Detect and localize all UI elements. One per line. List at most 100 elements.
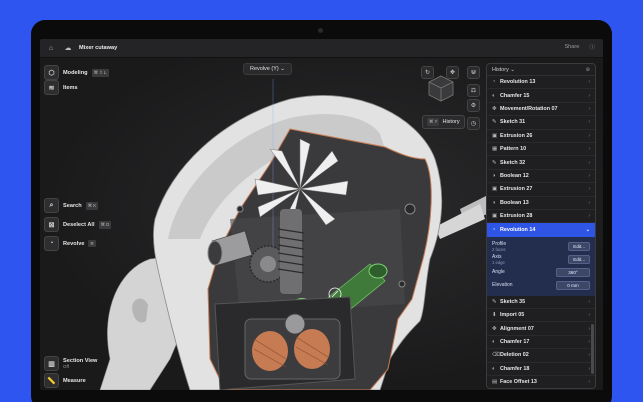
history-item[interactable]: ◐ Chamfer 17 › (487, 336, 595, 350)
chevron-right-icon[interactable]: › (588, 213, 590, 219)
history-item[interactable]: ⌫ Deletion 02 › (487, 349, 595, 363)
chevron-right-icon[interactable]: › (588, 339, 590, 345)
history-item-label: Boolean 13 (500, 199, 529, 206)
history-item[interactable]: ✥ Alignment 07 › (487, 322, 595, 336)
deselect-all-tool[interactable]: ⊠ Deselect All ⌘ D (44, 217, 112, 232)
profile-row: Profile 2 faces Edit... (492, 240, 590, 253)
feature-icon: ◐ (492, 365, 496, 372)
close-icon[interactable]: ⊗ (585, 67, 590, 73)
cloud-icon[interactable]: ☁ (62, 42, 74, 54)
revolve-axis-dropdown[interactable]: Revolve (Y) ⌄ (243, 63, 292, 75)
history-item[interactable]: ⬇ Import 05 › (487, 309, 595, 323)
history-item-label: Sketch 32 (500, 159, 526, 166)
section-view-icon: ▥ (44, 356, 59, 371)
chevron-right-icon[interactable]: › (588, 186, 590, 192)
deselect-label: Deselect All (63, 221, 95, 228)
revolve-label: Revolve (63, 240, 85, 247)
chevron-right-icon[interactable]: › (588, 366, 590, 372)
elevation-field[interactable]: 0 mm (556, 280, 590, 290)
feature-detail: Profile 2 faces Edit... Axis 1 edge Edit..… (487, 236, 595, 296)
chevron-right-icon[interactable]: › (588, 160, 590, 166)
history-item-label: Sketch 35 (500, 298, 526, 305)
chevron-right-icon[interactable]: › (588, 326, 590, 332)
feature-icon: ⬇ (492, 312, 497, 319)
history-item[interactable]: ▣ Extrusion 26 › (487, 130, 595, 143)
history-shortcut: ⌘ Y (427, 118, 440, 126)
chevron-right-icon[interactable]: › (588, 79, 590, 85)
history-item-selected[interactable]: ◔ Revolution 14 ⌄ (487, 223, 595, 237)
history-item-label: Extrusion 27 (500, 186, 533, 193)
items-label: Items (63, 84, 78, 91)
feature-icon: ◔ (492, 79, 496, 86)
chevron-right-icon[interactable]: › (588, 146, 590, 152)
history-item[interactable]: ✎ Sketch 32 › (487, 156, 595, 170)
chevron-right-icon[interactable]: › (588, 200, 590, 206)
history-item[interactable]: ◐ Chamfer 15 › (487, 89, 595, 103)
measure-label: Measure (63, 377, 86, 384)
history-item[interactable]: ✎ Sketch 31 › (487, 116, 595, 130)
history-item[interactable]: ✎ Sketch 35 › (487, 296, 595, 310)
angle-field[interactable]: 360° (556, 267, 590, 277)
feature-icon: ▣ (492, 132, 498, 139)
chevron-right-icon[interactable]: › (588, 379, 590, 385)
history-clock-icon[interactable]: ◷ (467, 117, 480, 130)
elevation-row: Elevation 0 mm (492, 279, 590, 292)
angle-row: Angle 360° (492, 266, 590, 279)
share-button[interactable]: Share (564, 44, 579, 50)
history-panel: History ⌄ ⊗ ◔ Revolution 13 › ◐ Chamfer 15 › ✥… (486, 63, 596, 389)
history-item[interactable]: ◔ Revolution 13 › (487, 76, 595, 90)
history-item[interactable]: ▣ Extrusion 28 › (487, 210, 595, 224)
history-item-label: Deletion 02 (500, 352, 529, 359)
search-tool[interactable]: ⌕ Search ⌘ K (44, 198, 99, 213)
modeling-mode[interactable]: ⬡ Modeling ⌘ ⇧ L (44, 65, 109, 80)
history-item-label: Import 05 (500, 312, 525, 319)
history-item[interactable]: ▣ Extrusion 27 › (487, 183, 595, 197)
chevron-right-icon[interactable]: › (588, 173, 590, 179)
chevron-right-icon[interactable]: › (588, 106, 590, 112)
axis-label: Axis (492, 253, 502, 260)
history-item[interactable]: ▦ Pattern 10 › (487, 143, 595, 157)
revolve-tool[interactable]: ◔ Revolve R (44, 236, 96, 251)
deselect-shortcut: ⌘ D (98, 220, 112, 229)
settings-icon[interactable]: ⚙ (467, 99, 480, 112)
axis-sub: 1 edge (492, 259, 505, 265)
feature-icon: ◐ (492, 92, 496, 99)
angle-label: Angle (492, 269, 505, 276)
history-item[interactable]: ✥ Movement/Rotation 07 › (487, 103, 595, 117)
feature-icon: ◐ (492, 339, 496, 346)
search-shortcut: ⌘ K (85, 201, 99, 210)
chevron-right-icon[interactable]: › (588, 133, 590, 139)
magnet-icon[interactable]: ⋓ (467, 66, 480, 79)
chevron-right-icon[interactable]: › (588, 352, 590, 358)
items-button[interactable]: ≋ Items (44, 80, 78, 95)
history-item[interactable]: ◑ Boolean 12 › (487, 170, 595, 184)
3d-viewport[interactable]: Revolve (Y) ⌄ ⬡ Modeling ⌘ ⇧ L ≋ Items ⌕… (40, 59, 603, 390)
home-icon[interactable]: ⌂ (45, 42, 57, 54)
history-item[interactable]: ◑ Boolean 13 › (487, 197, 595, 210)
view-cube-icon[interactable] (426, 73, 456, 103)
help-icon[interactable]: ⓘ (589, 43, 595, 51)
chevron-right-icon[interactable]: › (588, 299, 590, 305)
history-scrollbar[interactable] (591, 324, 594, 374)
history-header[interactable]: History ⌄ ⊗ (487, 64, 595, 76)
feature-icon: ✎ (492, 159, 497, 166)
feature-icon: ▣ (492, 186, 498, 193)
feature-icon: ✥ (492, 325, 497, 332)
chevron-down-icon[interactable]: ⌄ (586, 227, 590, 233)
history-toggle[interactable]: ⌘ Y History (422, 115, 465, 129)
history-item[interactable]: ▤ Face Offset 13 › (487, 376, 595, 388)
section-view-tool[interactable]: ▥ Section View Off (44, 356, 97, 371)
history-item[interactable]: ◐ Chamfer 18 › (487, 363, 595, 377)
history-item-label: Face Offset 13 (500, 379, 537, 386)
measure-tool[interactable]: 📏 Measure (44, 373, 86, 388)
scale-icon[interactable]: ⚖ (467, 84, 480, 97)
ruler-icon: 📏 (44, 373, 59, 388)
history-item-label: Movement/Rotation 07 (500, 105, 558, 112)
elevation-label: Elevation (492, 282, 513, 289)
axis-edit-button[interactable]: Edit... (568, 254, 590, 264)
chevron-right-icon[interactable]: › (588, 93, 590, 99)
profile-edit-button[interactable]: Edit... (568, 241, 590, 251)
chevron-right-icon[interactable]: › (588, 312, 590, 318)
modeling-label: Modeling (63, 69, 88, 76)
chevron-right-icon[interactable]: › (588, 119, 590, 125)
